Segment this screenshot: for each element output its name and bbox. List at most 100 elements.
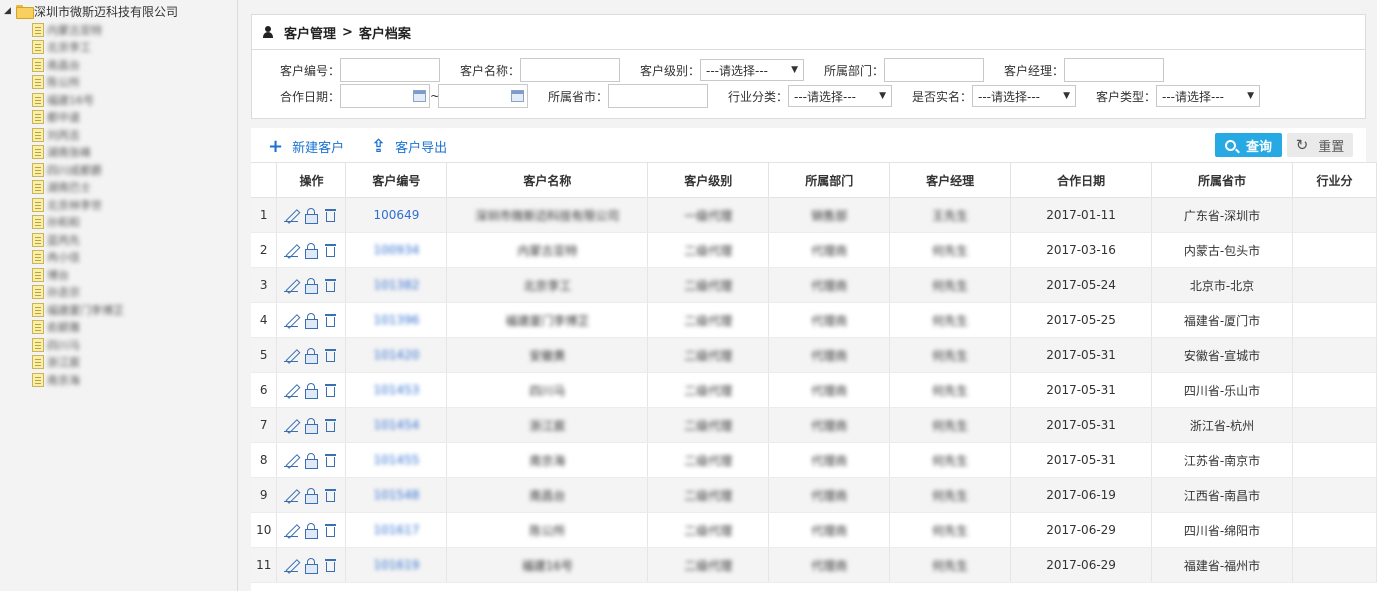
- lock-icon[interactable]: [303, 487, 319, 504]
- edit-icon[interactable]: [283, 382, 299, 398]
- edit-icon[interactable]: [283, 347, 299, 363]
- lock-icon[interactable]: [303, 417, 319, 434]
- customer-code-link[interactable]: 101619: [374, 558, 420, 572]
- edit-icon[interactable]: [283, 312, 299, 328]
- table-row[interactable]: 5 101420 安徽黄 二级代理 代理商 何先生 2017-05-31 安徽省-宣城市: [251, 337, 1377, 373]
- table-row[interactable]: 11 101619 福建16号 二级代理 代理商 何先生 2017-06-29 福建省-福州市: [251, 547, 1377, 583]
- tree-item[interactable]: 南京海: [32, 371, 124, 389]
- customer-code-link[interactable]: 101548: [374, 488, 420, 502]
- new-customer-button[interactable]: + 新建客户: [268, 137, 344, 156]
- customer-code-cell[interactable]: 101619: [345, 547, 448, 583]
- customer-code-link[interactable]: 100649: [374, 208, 420, 222]
- lock-icon[interactable]: [303, 207, 319, 224]
- province-input[interactable]: [608, 84, 708, 108]
- header-cell[interactable]: 合作日期: [1010, 162, 1153, 198]
- customer-name-input[interactable]: [520, 58, 620, 82]
- edit-icon[interactable]: [283, 417, 299, 433]
- edit-icon[interactable]: [283, 207, 299, 223]
- tree-item[interactable]: 冉小佳: [32, 249, 124, 267]
- tree-item[interactable]: 陈公所: [32, 74, 124, 92]
- header-cell[interactable]: 所属省市: [1151, 162, 1293, 198]
- table-row[interactable]: 2 100934 内蒙古亚特 二级代理 代理商 何先生 2017-03-16 内蒙古-包头市: [251, 232, 1377, 268]
- trash-icon[interactable]: [323, 487, 339, 503]
- tree-item[interactable]: 博台: [32, 266, 124, 284]
- customer-code-cell[interactable]: 101617: [345, 512, 448, 548]
- tree-item[interactable]: 北京李工: [32, 39, 124, 57]
- customer-code-link[interactable]: 100934: [374, 243, 420, 257]
- trash-icon[interactable]: [323, 557, 339, 573]
- tree-root[interactable]: ◢ 深圳市微斯迈科技有限公司: [4, 3, 178, 19]
- table-row[interactable]: 9 101548 南昌台 二级代理 代理商 何先生 2017-06-19 江西省-南昌市: [251, 477, 1377, 513]
- manager-input[interactable]: [1064, 58, 1164, 82]
- lock-icon[interactable]: [303, 277, 319, 294]
- table-row[interactable]: 3 101382 北京李工 二级代理 代理商 何先生 2017-05-24 北京市-北京: [251, 267, 1377, 303]
- lock-icon[interactable]: [303, 242, 319, 259]
- customer-code-cell[interactable]: 101453: [345, 372, 448, 408]
- lock-icon[interactable]: [303, 452, 319, 469]
- customer-level-select[interactable]: ---请选择--- ▼: [700, 59, 804, 81]
- tree-item[interactable]: 南昌台: [32, 56, 124, 74]
- customer-code-cell[interactable]: 101454: [345, 407, 448, 443]
- trash-icon[interactable]: [323, 522, 339, 538]
- tree-item[interactable]: 刘丙吉: [32, 126, 124, 144]
- table-row[interactable]: 4 101396 福建厦门李博芷 二级代理 代理商 何先生 2017-05-25 福建省-厦门…: [251, 302, 1377, 338]
- customer-code-link[interactable]: 101453: [374, 383, 420, 397]
- tree-item[interactable]: 四川成都爵: [32, 161, 124, 179]
- customer-code-cell[interactable]: 101455: [345, 442, 448, 478]
- tree-item[interactable]: 湖南巴士: [32, 179, 124, 197]
- coop-date-start-input[interactable]: [340, 84, 430, 108]
- search-button[interactable]: 查询: [1215, 133, 1282, 157]
- lock-icon[interactable]: [303, 312, 319, 329]
- customer-code-link[interactable]: 101420: [374, 348, 420, 362]
- tree-item[interactable]: 湖南张峰: [32, 144, 124, 162]
- lock-icon[interactable]: [303, 347, 319, 364]
- edit-icon[interactable]: [283, 452, 299, 468]
- table-row[interactable]: 6 101453 四川马 二级代理 代理商 何先生 2017-05-31 四川省-乐山市: [251, 372, 1377, 408]
- calendar-icon[interactable]: [413, 90, 426, 102]
- calendar-icon[interactable]: [511, 90, 524, 102]
- tree-item[interactable]: 俞颖雅: [32, 319, 124, 337]
- customer-code-link[interactable]: 101617: [374, 523, 420, 537]
- header-cell[interactable]: 客户级别: [647, 162, 770, 198]
- collapse-arrow-icon[interactable]: ◢: [4, 6, 14, 16]
- lock-icon[interactable]: [303, 382, 319, 399]
- coop-date-end-input[interactable]: [438, 84, 528, 108]
- tree-item[interactable]: 内蒙古亚特: [32, 21, 124, 39]
- customer-code-cell[interactable]: 101548: [345, 477, 448, 513]
- industry-select[interactable]: ---请选择--- ▼: [788, 85, 892, 107]
- trash-icon[interactable]: [323, 312, 339, 328]
- customer-code-cell[interactable]: 100649: [345, 197, 448, 233]
- lock-icon[interactable]: [303, 522, 319, 539]
- tree-item[interactable]: 福建厦门李博芷: [32, 301, 124, 319]
- customer-code-link[interactable]: 101455: [374, 453, 420, 467]
- customer-code-cell[interactable]: 101396: [345, 302, 448, 338]
- table-row[interactable]: 1 100649 深圳市微斯迈科技有限公司 一级代理 销售部 王先生 2017-01-11 广…: [251, 197, 1377, 233]
- table-row[interactable]: 8 101455 南京海 二级代理 代理商 何先生 2017-05-31 江苏省-南京市: [251, 442, 1377, 478]
- trash-icon[interactable]: [323, 452, 339, 468]
- header-cell[interactable]: 客户经理: [889, 162, 1012, 198]
- tree-item[interactable]: 浙江宸: [32, 354, 124, 372]
- table-row[interactable]: 10 101617 陈公所 二级代理 代理商 何先生 2017-06-29 四川省-绵阳市: [251, 512, 1377, 548]
- customer-code-cell[interactable]: 100934: [345, 232, 448, 268]
- table-row[interactable]: 7 101454 浙江宸 二级代理 代理商 何先生 2017-05-31 浙江省-杭州: [251, 407, 1377, 443]
- customer-type-select[interactable]: ---请选择--- ▼: [1156, 85, 1260, 107]
- edit-icon[interactable]: [283, 557, 299, 573]
- trash-icon[interactable]: [323, 417, 339, 433]
- customer-code-input[interactable]: [340, 58, 440, 82]
- trash-icon[interactable]: [323, 277, 339, 293]
- edit-icon[interactable]: [283, 487, 299, 503]
- tree-item[interactable]: 蓝丙先: [32, 231, 124, 249]
- header-cell[interactable]: 行业分: [1292, 162, 1377, 198]
- header-cell[interactable]: 客户名称: [446, 162, 649, 198]
- header-cell[interactable]: 客户编号: [345, 162, 448, 198]
- customer-code-link[interactable]: 101454: [374, 418, 420, 432]
- real-name-select[interactable]: ---请选择--- ▼: [972, 85, 1076, 107]
- tree-item[interactable]: 四川马: [32, 336, 124, 354]
- edit-icon[interactable]: [283, 277, 299, 293]
- edit-icon[interactable]: [283, 522, 299, 538]
- tree-item[interactable]: 福建16号: [32, 91, 124, 109]
- export-customer-button[interactable]: ⇪ 客户导出: [371, 137, 447, 156]
- trash-icon[interactable]: [323, 382, 339, 398]
- tree-item[interactable]: 北京林李世: [32, 196, 124, 214]
- tree-item[interactable]: 孙丞宗: [32, 284, 124, 302]
